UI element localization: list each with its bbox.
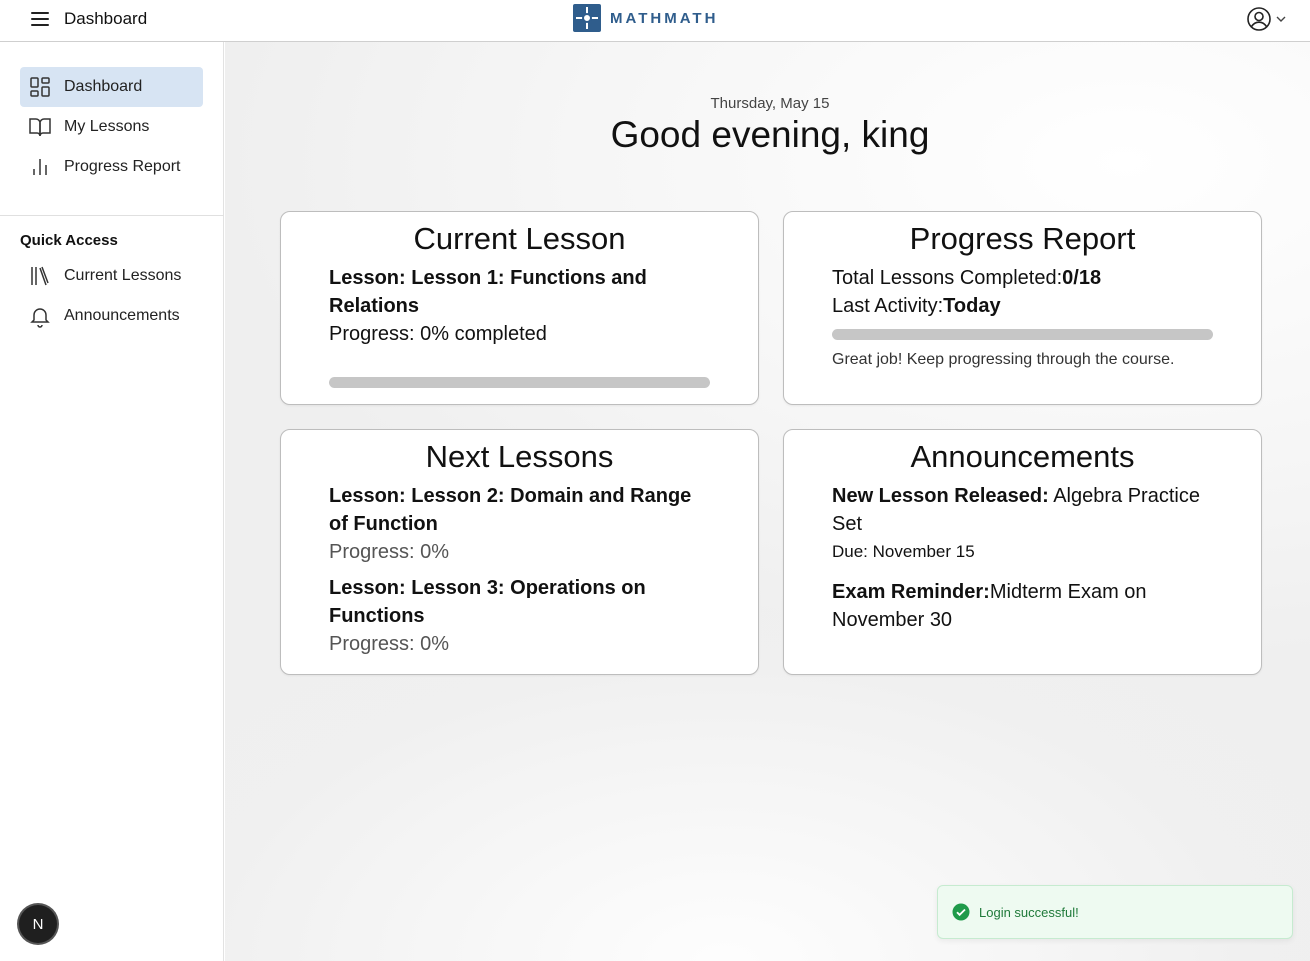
sidebar-item-current-lessons[interactable]: Current Lessons: [20, 256, 203, 296]
lessons-completed-value: 0/18: [1062, 267, 1102, 289]
login-success-toast[interactable]: Login successful!: [937, 885, 1293, 939]
lessons-completed-line: Total Lessons Completed:0/18: [832, 267, 1102, 289]
top-bar: Dashboard MATHMATH: [0, 0, 1310, 42]
sidebar-item-progress-report[interactable]: Progress Report: [20, 147, 203, 187]
sidebar-item-dashboard[interactable]: Dashboard: [20, 67, 203, 107]
sidebar-item-label: Current Lessons: [64, 267, 182, 284]
main-content: Thursday, May 15 Good evening, king Curr…: [225, 42, 1310, 961]
card-title: Current Lesson: [413, 221, 626, 256]
current-lesson-progress-bar: [329, 377, 710, 388]
list-item[interactable]: Lesson: Lesson 3: Operations on Function…: [329, 574, 710, 658]
sidebar-divider: [0, 215, 224, 216]
sidebar-item-my-lessons[interactable]: My Lessons: [20, 107, 203, 147]
list-item[interactable]: Lesson: Lesson 2: Domain and Range of Fu…: [329, 482, 710, 566]
next-lesson-name: Lesson: Lesson 3: Operations on Function…: [329, 577, 646, 627]
sidebar-item-label: My Lessons: [64, 118, 150, 135]
sidebar-item-label: Progress Report: [64, 158, 181, 175]
announcement-due: Due: November 15: [832, 542, 975, 561]
quick-access-heading: Quick Access: [20, 232, 118, 249]
dev-tools-badge[interactable]: N: [19, 905, 57, 943]
sidebar-item-announcements[interactable]: Announcements: [20, 296, 203, 336]
user-avatar-icon: [1247, 7, 1271, 31]
card-title: Next Lessons: [425, 439, 614, 474]
announcement-item: Exam Reminder:Midterm Exam on November 3…: [832, 578, 1213, 634]
announcements-card[interactable]: Announcements New Lesson Released: Algeb…: [783, 429, 1262, 675]
greeting-heading: Good evening, king: [610, 114, 930, 155]
current-lesson-card[interactable]: Current Lesson Lesson: Lesson 1: Functio…: [280, 211, 759, 405]
card-title: Announcements: [910, 439, 1135, 474]
user-menu-button[interactable]: [1246, 6, 1288, 32]
bell-icon: [30, 308, 50, 328]
toast-message: Login successful!: [979, 904, 1079, 920]
sidebar-item-label: Announcements: [64, 307, 180, 324]
announcement-item: New Lesson Released: Algebra Practice Se…: [832, 482, 1213, 566]
logo-icon: [573, 4, 601, 32]
sidebar: Dashboard My Lessons Progress Report Qui…: [0, 42, 224, 961]
next-lessons-card[interactable]: Next Lessons Lesson: Lesson 2: Domain an…: [280, 429, 759, 675]
last-activity-line: Last Activity:Today: [832, 295, 1001, 317]
bar-chart-icon: [33, 159, 47, 175]
current-lesson-progress-text: Progress: 0% completed: [329, 323, 547, 345]
card-title: Progress Report: [909, 221, 1136, 256]
next-lesson-progress: Progress: 0%: [329, 541, 450, 563]
current-date: Thursday, May 15: [710, 95, 830, 112]
menu-icon[interactable]: [28, 9, 52, 29]
dashboard-grid-icon: [30, 77, 50, 97]
current-lesson-name: Lesson: Lesson 1: Functions and Relation…: [329, 267, 647, 317]
sidebar-item-label: Dashboard: [64, 78, 143, 95]
progress-message: Great job! Keep progressing through the …: [832, 351, 1175, 368]
logo-text: MATHMATH: [610, 9, 719, 27]
announcement-label: Exam Reminder:: [832, 581, 990, 603]
check-circle-icon: [952, 903, 970, 921]
overall-progress-bar: [832, 329, 1213, 340]
announcement-label: New Lesson Released:: [832, 485, 1049, 507]
next-lesson-progress: Progress: 0%: [329, 633, 450, 655]
book-open-icon: [29, 118, 51, 137]
last-activity-value: Today: [943, 295, 1001, 317]
chevron-down-icon: [1276, 16, 1286, 22]
page-title: Dashboard: [64, 9, 148, 28]
library-icon: [31, 266, 49, 286]
app-logo[interactable]: MATHMATH: [573, 4, 718, 32]
progress-report-card[interactable]: Progress Report Total Lessons Completed:…: [783, 211, 1262, 405]
next-lesson-name: Lesson: Lesson 2: Domain and Range of Fu…: [329, 485, 692, 535]
